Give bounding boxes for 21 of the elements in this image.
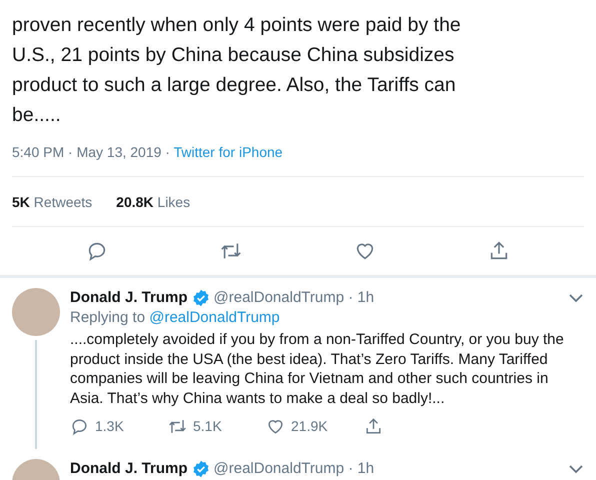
retweet-button[interactable]: 5.1K: [168, 416, 266, 436]
mention-link[interactable]: @realDonaldTrump: [149, 309, 280, 326]
author-handle: @realDonaldTrump · 1h: [214, 459, 374, 479]
stat-count[interactable]: 5K Retweets: [12, 194, 92, 210]
author-name[interactable]: Donald J. Trump: [70, 459, 188, 479]
reply-button[interactable]: 1.3K: [70, 416, 168, 436]
share-icon: [364, 416, 383, 436]
like-button[interactable]: 21.9K: [266, 416, 364, 436]
tweet-text: ....completely avoided if you by from a non-Tariffed Country, or you buy the product inside the USA (the best idea). That’s Zero Tariffs. Many Tariffed companies will be leaving China for Vietnam and other such countries in Asia. That’s why China wants to make a deal so badly!...: [70, 330, 565, 408]
reply-icon: [86, 240, 108, 262]
chevron-down-icon[interactable]: [568, 293, 584, 303]
replying-label: Replying to: [70, 309, 146, 326]
reply-icon: [70, 416, 89, 436]
author-name[interactable]: Donald J. Trump: [70, 288, 188, 308]
chevron-down-icon[interactable]: [568, 464, 584, 474]
author-handle: @realDonaldTrump · 1h: [214, 288, 374, 308]
stat-count[interactable]: 20.8K Likes: [116, 194, 190, 210]
share-icon: [488, 240, 510, 262]
source-link[interactable]: Twitter for iPhone: [174, 144, 283, 160]
tweet-text: proven recently when only 4 points were paid by the U.S., 21 points by China because China subsidizes product to such a large degree. Also, the Tariffs can be.....: [11, 13, 462, 128]
timestamp: 5:40 PM · May 13, 2019 ·: [12, 144, 171, 160]
